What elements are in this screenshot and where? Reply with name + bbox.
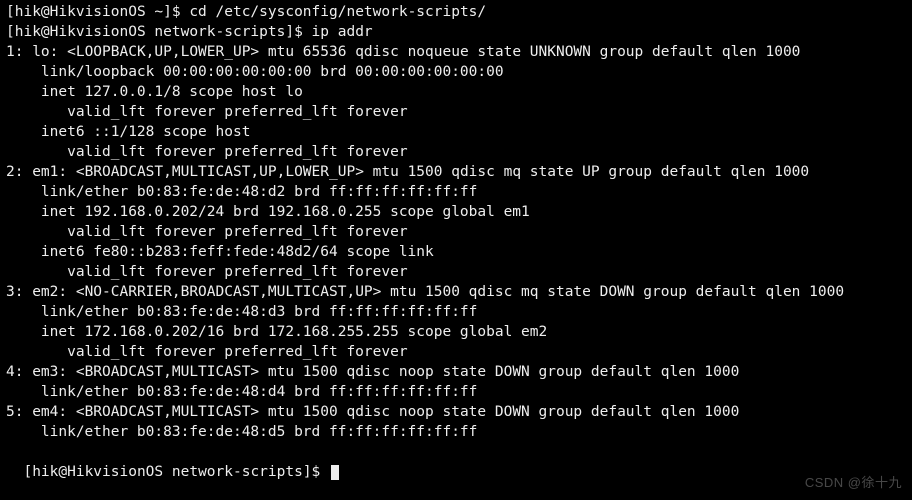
terminal-line-prompt-ready[interactable]: [hik@HikvisionOS network-scripts]$ — [6, 442, 906, 482]
iface-lo-valid2: valid_lft forever preferred_lft forever — [6, 142, 906, 162]
cursor-icon — [331, 465, 339, 480]
terminal-line-prompt-cd: [hik@HikvisionOS ~]$ cd /etc/sysconfig/n… — [6, 2, 906, 22]
prompt-text: [hik@HikvisionOS network-scripts]$ — [23, 464, 329, 480]
iface-em1-header: 2: em1: <BROADCAST,MULTICAST,UP,LOWER_UP… — [6, 162, 906, 182]
iface-em2-inet: inet 172.168.0.202/16 brd 172.168.255.25… — [6, 322, 906, 342]
iface-em2-link: link/ether b0:83:fe:de:48:d3 brd ff:ff:f… — [6, 302, 906, 322]
iface-em1-valid1: valid_lft forever preferred_lft forever — [6, 222, 906, 242]
iface-lo-header: 1: lo: <LOOPBACK,UP,LOWER_UP> mtu 65536 … — [6, 42, 906, 62]
iface-em1-valid2: valid_lft forever preferred_lft forever — [6, 262, 906, 282]
terminal-line-prompt-ipaddr: [hik@HikvisionOS network-scripts]$ ip ad… — [6, 22, 906, 42]
iface-em2-valid1: valid_lft forever preferred_lft forever — [6, 342, 906, 362]
iface-lo-valid1: valid_lft forever preferred_lft forever — [6, 102, 906, 122]
iface-em1-inet: inet 192.168.0.202/24 brd 192.168.0.255 … — [6, 202, 906, 222]
iface-em3-link: link/ether b0:83:fe:de:48:d4 brd ff:ff:f… — [6, 382, 906, 402]
iface-em3-header: 4: em3: <BROADCAST,MULTICAST> mtu 1500 q… — [6, 362, 906, 382]
watermark-text: CSDN @徐十九 — [805, 474, 902, 492]
iface-lo-link: link/loopback 00:00:00:00:00:00 brd 00:0… — [6, 62, 906, 82]
iface-lo-inet: inet 127.0.0.1/8 scope host lo — [6, 82, 906, 102]
iface-em1-link: link/ether b0:83:fe:de:48:d2 brd ff:ff:f… — [6, 182, 906, 202]
iface-em1-inet6: inet6 fe80::b283:feff:fede:48d2/64 scope… — [6, 242, 906, 262]
iface-em2-header: 3: em2: <NO-CARRIER,BROADCAST,MULTICAST,… — [6, 282, 906, 302]
iface-em4-header: 5: em4: <BROADCAST,MULTICAST> mtu 1500 q… — [6, 402, 906, 422]
iface-em4-link: link/ether b0:83:fe:de:48:d5 brd ff:ff:f… — [6, 422, 906, 442]
iface-lo-inet6: inet6 ::1/128 scope host — [6, 122, 906, 142]
